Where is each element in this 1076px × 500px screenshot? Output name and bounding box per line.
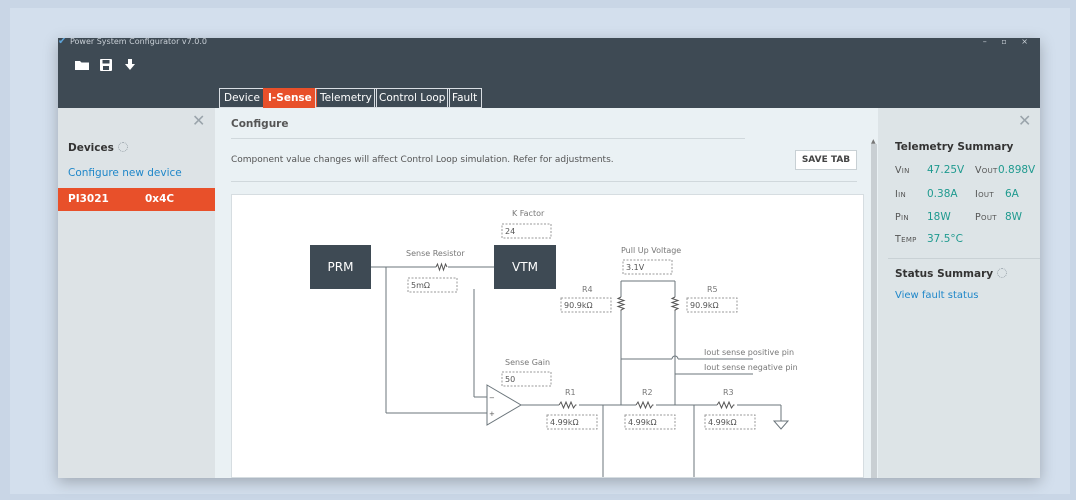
pin-value: 18W: [927, 211, 951, 223]
schematic-canvas: − + PRM VTM Sense Resistor 5mΩ K Factor …: [231, 194, 864, 478]
k-factor-value: 24: [505, 227, 515, 236]
device-name: PI3021: [68, 193, 109, 205]
iout-value: 6A: [1005, 188, 1019, 200]
r3-label: R3: [723, 388, 734, 397]
r4-symbol: [616, 296, 626, 311]
r2-symbol: [635, 400, 654, 410]
r4-value: 90.9kΩ: [564, 301, 593, 310]
main-content: Configure Component value changes will a…: [215, 108, 878, 478]
sense-resistor-value: 5mΩ: [411, 281, 430, 290]
op-amp-symbol: [486, 384, 522, 426]
vout-label: Vout: [975, 165, 998, 176]
vout-value: 0.898V: [998, 164, 1036, 176]
summary-panel: ✕ Telemetry Summary Vin 47.25V Vout 0.89…: [878, 108, 1040, 478]
iin-value: 0.38A: [927, 188, 958, 200]
device-list-item[interactable]: PI3021 0x4C: [58, 188, 215, 211]
r5-label: R5: [707, 285, 718, 294]
close-summary-icon[interactable]: ✕: [1018, 111, 1031, 130]
r2-label: R2: [642, 388, 653, 397]
tab-fault[interactable]: Fault: [447, 88, 483, 108]
prm-label: PRM: [328, 260, 354, 274]
r1-value: 4.99kΩ: [550, 418, 579, 427]
telemetry-summary-title: Telemetry Summary: [895, 141, 1014, 153]
refresh-status-icon[interactable]: [997, 268, 1008, 278]
tab-i-sense[interactable]: I-Sense: [263, 88, 317, 108]
close-sidebar-icon[interactable]: ✕: [192, 111, 205, 130]
iout-sense-positive-label: Iout sense positive pin: [704, 348, 794, 357]
app-window: ✔ Power System Configurator v7.0.0 – ▫ ×…: [58, 38, 1040, 478]
r3-symbol: [716, 400, 735, 410]
device-address: 0x4C: [145, 193, 175, 205]
view-fault-status-link[interactable]: View fault status: [895, 290, 979, 301]
iout-sense-negative-label: Iout sense negative pin: [704, 363, 798, 372]
iout-label: Iout: [975, 189, 994, 200]
pull-up-voltage-value: 3.1V: [626, 263, 645, 272]
notice-text: Component value changes will affect Cont…: [231, 155, 614, 165]
folder-icon[interactable]: [74, 58, 90, 72]
sense-gain-value: 50: [505, 375, 515, 384]
r4-label: R4: [582, 285, 593, 294]
status-summary-heading: Status Summary: [895, 268, 1008, 280]
divider: [231, 138, 745, 139]
vertical-scrollbar[interactable]: [871, 144, 877, 478]
k-factor-label: K Factor: [512, 209, 545, 218]
sense-gain-label: Sense Gain: [505, 358, 550, 367]
r1-label: R1: [565, 388, 576, 397]
r5-symbol: [670, 296, 680, 311]
r5-value: 90.9kΩ: [690, 301, 719, 310]
iin-label: Iin: [895, 189, 907, 200]
pin-label: Pin: [895, 212, 909, 223]
configure-new-device-link[interactable]: Configure new device: [68, 167, 182, 179]
vin-label: Vin: [895, 165, 910, 176]
op-amp-minus: −: [489, 394, 495, 402]
pout-label: Pout: [975, 212, 997, 223]
pout-value: 8W: [1005, 211, 1023, 223]
r3-value: 4.99kΩ: [708, 418, 737, 427]
op-amp-plus: +: [489, 410, 495, 418]
save-icon[interactable]: [98, 58, 114, 72]
tab-telemetry[interactable]: Telemetry: [315, 88, 377, 108]
refresh-devices-icon[interactable]: [117, 142, 128, 152]
vtm-label: VTM: [512, 260, 538, 274]
title-bar: ✔ Power System Configurator v7.0.0 – ▫ ×…: [58, 38, 1040, 108]
r1-symbol: [558, 400, 577, 410]
pull-up-voltage-label: Pull Up Voltage: [621, 246, 681, 255]
device-sidebar: ✕ Devices Configure new device PI3021 0x…: [58, 108, 215, 478]
devices-heading: Devices: [68, 142, 128, 154]
sense-resistor-symbol: [435, 262, 448, 272]
section-title: Configure: [231, 118, 289, 130]
temp-label: Temp: [895, 234, 917, 245]
save-tab-button[interactable]: SAVE TAB: [795, 150, 857, 170]
divider: [231, 181, 857, 182]
temp-value: 37.5°C: [927, 233, 963, 245]
tab-control-loop[interactable]: Control Loop: [374, 88, 451, 108]
window-controls[interactable]: – ▫ ×: [983, 38, 1034, 46]
ground-icon: [772, 420, 790, 430]
schematic-diagram: − + PRM VTM Sense Resistor 5mΩ K Factor …: [310, 209, 798, 477]
divider: [888, 258, 1040, 259]
sense-resistor-label: Sense Resistor: [406, 249, 465, 258]
r2-value: 4.99kΩ: [628, 418, 657, 427]
vin-value: 47.25V: [927, 164, 965, 176]
download-icon[interactable]: [122, 58, 138, 72]
app-logo-icon: ✔: [58, 38, 67, 47]
app-title: Power System Configurator v7.0.0: [70, 38, 207, 46]
tab-device[interactable]: Device: [219, 88, 265, 108]
